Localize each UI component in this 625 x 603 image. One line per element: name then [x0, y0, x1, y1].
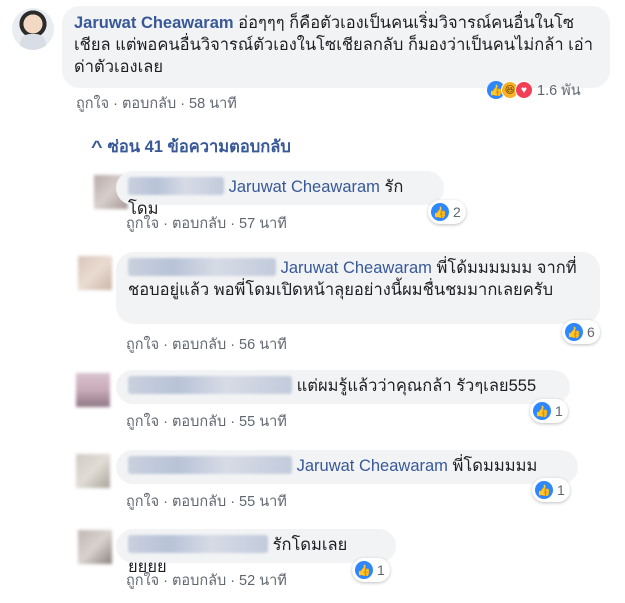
like-link[interactable]: ถูกใจ [126, 212, 159, 235]
main-comment-bubble: Jaruwat Cheawaram อ่อๆๆๆ ก็คือตัวเองเป็น… [62, 6, 610, 88]
like-icon: 👍 [533, 402, 551, 420]
mention-link[interactable]: Jaruwat Cheawaram [297, 457, 448, 475]
avatar[interactable] [76, 454, 110, 488]
like-icon: 👍 [431, 203, 449, 221]
avatar[interactable] [12, 8, 54, 50]
avatar[interactable] [78, 256, 112, 290]
like-link[interactable]: ถูกใจ [126, 333, 159, 356]
reply-actions: ถูกใจ · ตอบกลับ · 52 นาที [126, 569, 287, 592]
reaction-summary[interactable]: 👍 6 [562, 320, 600, 344]
like-link[interactable]: ถูกใจ [126, 410, 159, 433]
blurred-name [128, 456, 292, 474]
reply-text: พี่โดมมมมม [452, 457, 538, 475]
love-icon: ♥ [515, 81, 533, 99]
reaction-summary[interactable]: 👍 1 [532, 478, 570, 502]
reply-actions: ถูกใจ · ตอบกลับ · 56 นาที [126, 333, 287, 356]
reply-bubble: แต่ผมรู้แล้วว่าคุณกล้า รัวๆเลย555 [116, 370, 570, 404]
reply-bubble: Jaruwat Cheawaram รักโดม [116, 171, 444, 218]
reaction-summary[interactable]: 👍 1 [352, 558, 390, 582]
like-icon: 👍 [565, 323, 583, 341]
reply-link[interactable]: ตอบกลับ [172, 333, 226, 356]
reaction-summary[interactable]: 👍 😆 ♥ 1.6 พัน [484, 78, 586, 102]
reaction-count: 1.6 พัน [537, 82, 581, 99]
reply-actions: ถูกใจ · ตอบกลับ · 55 นาที [126, 410, 287, 433]
mention-link[interactable]: Jaruwat Cheawaram [281, 259, 432, 277]
like-link[interactable]: ถูกใจ [126, 569, 159, 592]
blurred-name [128, 535, 268, 553]
hide-replies-link[interactable]: ^ ซ่อน 41 ข้อความตอบกลับ [91, 134, 291, 160]
mention-link[interactable]: Jaruwat Cheawaram [229, 178, 380, 196]
reply-link[interactable]: ตอบกลับ [172, 212, 226, 235]
reply-link[interactable]: ตอบกลับ [122, 92, 176, 115]
reply-time[interactable]: 56 นาที [239, 333, 287, 356]
comment-actions: ถูกใจ · ตอบกลับ · 58 นาที [76, 92, 237, 115]
reaction-summary[interactable]: 👍 1 [530, 399, 568, 423]
avatar[interactable] [76, 373, 110, 407]
like-link[interactable]: ถูกใจ [126, 490, 159, 513]
avatar[interactable] [78, 530, 112, 564]
reaction-count: 1 [377, 562, 385, 578]
reply-link[interactable]: ตอบกลับ [172, 490, 226, 513]
reply-actions: ถูกใจ · ตอบกลับ · 57 นาที [126, 212, 287, 235]
blurred-name [128, 177, 224, 195]
reaction-count: 2 [453, 204, 461, 220]
reply-link[interactable]: ตอบกลับ [172, 569, 226, 592]
reaction-count: 1 [557, 482, 565, 498]
blurred-name [128, 258, 276, 276]
reply-text: แต่ผมรู้แล้วว่าคุณกล้า รัวๆเลย555 [296, 377, 537, 395]
reply-link[interactable]: ตอบกลับ [172, 410, 226, 433]
reaction-count: 1 [555, 403, 563, 419]
comment-author[interactable]: Jaruwat Cheawaram [74, 14, 234, 32]
reaction-summary[interactable]: 👍 2 [428, 200, 466, 224]
like-icon: 👍 [535, 481, 553, 499]
reaction-count: 6 [587, 324, 595, 340]
reply-time[interactable]: 52 นาที [239, 569, 287, 592]
reply-time[interactable]: 55 นาที [239, 490, 287, 513]
comment-time[interactable]: 58 นาที [189, 92, 237, 115]
reply-bubble: รักโดมเลยยยยย [116, 529, 396, 576]
blurred-name [128, 376, 292, 394]
reply-bubble: Jaruwat Cheawaram พี่โดมมมมม [116, 450, 578, 484]
reply-time[interactable]: 57 นาที [239, 212, 287, 235]
hide-replies-label: ซ่อน 41 ข้อความตอบกลับ [107, 138, 291, 156]
reply-actions: ถูกใจ · ตอบกลับ · 55 นาที [126, 490, 287, 513]
like-link[interactable]: ถูกใจ [76, 92, 109, 115]
chevron-up-icon: ^ [91, 138, 103, 156]
reply-bubble: Jaruwat Cheawaram พี่โด้มมมมมม จากที่ชอบ… [116, 252, 600, 324]
reply-time[interactable]: 55 นาที [239, 410, 287, 433]
like-icon: 👍 [355, 561, 373, 579]
